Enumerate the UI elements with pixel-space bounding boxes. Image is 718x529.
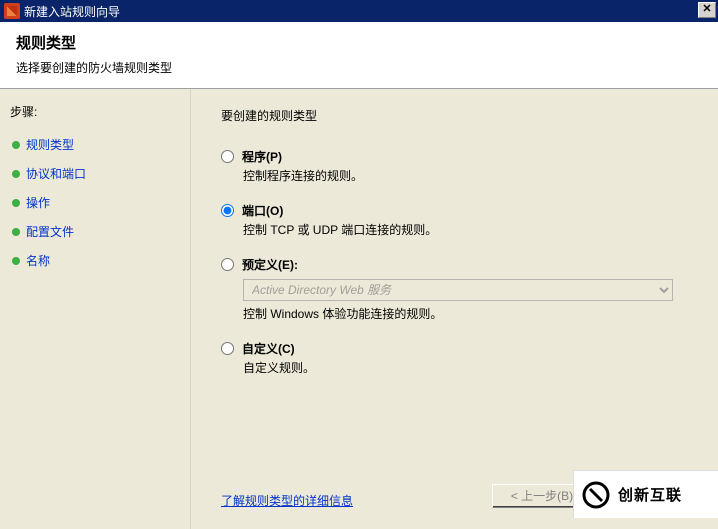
step-label: 操作 <box>26 194 50 211</box>
content-prompt: 要创建的规则类型 <box>221 107 698 124</box>
option-desc: 控制 Windows 体验功能连接的规则。 <box>243 305 698 322</box>
option-desc: 控制程序连接的规则。 <box>243 167 698 184</box>
step-profile[interactable]: 配置文件 <box>10 217 180 246</box>
bullet-icon <box>12 199 20 207</box>
step-name[interactable]: 名称 <box>10 246 180 275</box>
titlebar: 新建入站规则向导 ✕ <box>0 0 718 22</box>
bullet-icon <box>12 170 20 178</box>
step-label: 规则类型 <box>26 136 74 153</box>
close-button[interactable]: ✕ <box>698 2 716 18</box>
wizard-header: 规则类型 选择要创建的防火墙规则类型 <box>0 22 718 89</box>
radio-port[interactable] <box>221 204 234 217</box>
option-label: 自定义(C) <box>242 340 295 357</box>
watermark: 创新互联 <box>573 470 718 518</box>
window-title: 新建入站规则向导 <box>24 3 120 20</box>
bullet-icon <box>12 141 20 149</box>
radio-predefined[interactable] <box>221 258 234 271</box>
watermark-logo-icon <box>580 479 612 511</box>
radio-program[interactable] <box>221 150 234 163</box>
steps-sidebar: 步骤: 规则类型 协议和端口 操作 配置文件 名称 <box>0 89 190 529</box>
step-rule-type[interactable]: 规则类型 <box>10 130 180 159</box>
help-link[interactable]: 了解规则类型的详细信息 <box>221 494 353 508</box>
watermark-text: 创新互联 <box>618 484 682 505</box>
step-label: 名称 <box>26 252 50 269</box>
step-action[interactable]: 操作 <box>10 188 180 217</box>
steps-heading: 步骤: <box>10 103 180 120</box>
predefined-select[interactable]: Active Directory Web 服务 <box>243 279 673 301</box>
option-desc: 自定义规则。 <box>243 359 698 376</box>
option-predefined: 预定义(E): Active Directory Web 服务 控制 Windo… <box>221 256 698 322</box>
option-label: 端口(O) <box>242 202 283 219</box>
option-custom: 自定义(C) 自定义规则。 <box>221 340 698 376</box>
step-label: 配置文件 <box>26 223 74 240</box>
bullet-icon <box>12 228 20 236</box>
page-subtitle: 选择要创建的防火墙规则类型 <box>16 59 702 76</box>
option-desc: 控制 TCP 或 UDP 端口连接的规则。 <box>243 221 698 238</box>
wizard-main: 步骤: 规则类型 协议和端口 操作 配置文件 名称 要创建的规则类型 程序( <box>0 89 718 529</box>
radio-custom[interactable] <box>221 342 234 355</box>
option-program: 程序(P) 控制程序连接的规则。 <box>221 148 698 184</box>
firewall-icon <box>4 3 20 19</box>
page-title: 规则类型 <box>16 32 702 53</box>
wizard-content: 要创建的规则类型 程序(P) 控制程序连接的规则。 端口(O) 控制 TCP 或… <box>190 89 718 529</box>
option-label: 预定义(E): <box>242 256 298 273</box>
step-label: 协议和端口 <box>26 165 86 182</box>
step-protocol-port[interactable]: 协议和端口 <box>10 159 180 188</box>
option-port: 端口(O) 控制 TCP 或 UDP 端口连接的规则。 <box>221 202 698 238</box>
option-label: 程序(P) <box>242 148 282 165</box>
bullet-icon <box>12 257 20 265</box>
